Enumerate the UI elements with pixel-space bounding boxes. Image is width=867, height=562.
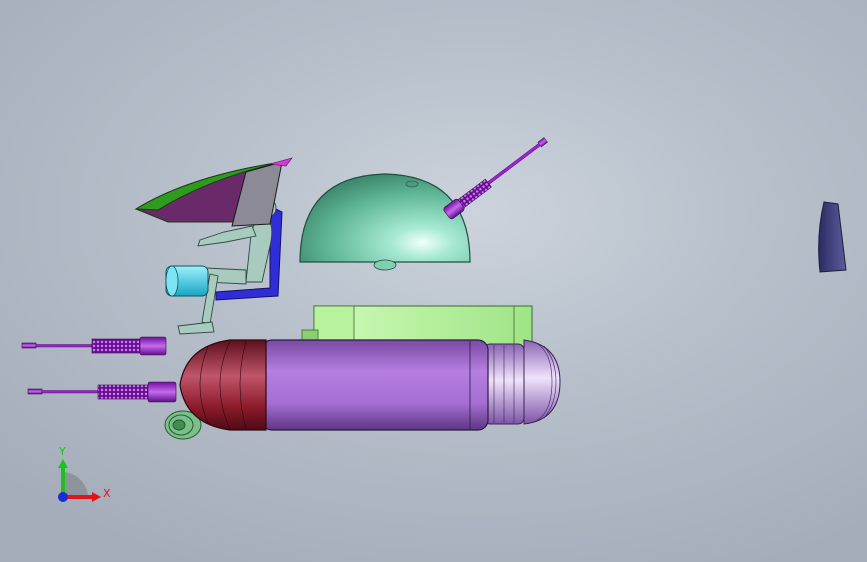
z-axis-dot: [58, 492, 68, 502]
x-axis-label: X: [103, 487, 111, 500]
reference-triad: X Y: [58, 445, 111, 502]
y-axis-label: Y: [58, 445, 66, 458]
cad-graphics-viewport[interactable]: X Y: [0, 0, 867, 562]
